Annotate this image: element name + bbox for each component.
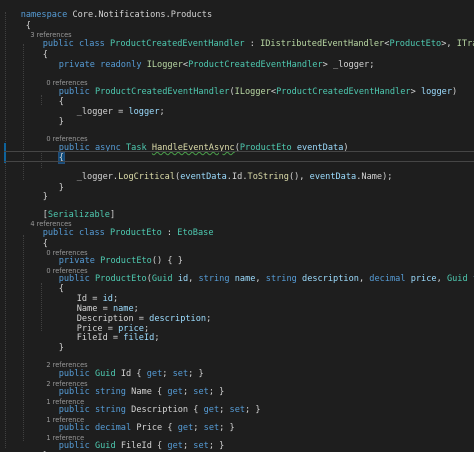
interface-name: ILogger — [146, 60, 183, 70]
constructor-name: ProductEto — [94, 274, 147, 284]
interface-name: ITransientDependency — [456, 39, 474, 49]
code-line[interactable]: public class ProductEto : EtoBase — [22, 218, 214, 238]
code-line[interactable]: public ProductEto(Guid id, string name, … — [38, 264, 474, 284]
code-line[interactable]: { — [38, 87, 64, 107]
keyword: get — [167, 441, 183, 451]
code-line[interactable]: _logger = logger; — [56, 97, 165, 117]
type-name: ProductEto — [389, 39, 442, 49]
parameter-name: eventData — [180, 172, 227, 182]
keyword: set — [193, 441, 209, 451]
parameter-name: id — [177, 274, 189, 284]
method-name: ToString — [247, 172, 289, 182]
code-line[interactable]: public Guid FileId { get; set; } — [38, 431, 225, 451]
type-name: EtoBase — [177, 228, 214, 238]
namespace-name: Core.Notifications.Products — [67, 10, 213, 20]
code-line[interactable]: Name = name; — [56, 294, 139, 314]
code-line[interactable]: Id = id; — [56, 284, 118, 304]
code-line[interactable]: public decimal Price { get; set; } — [38, 413, 240, 433]
keyword: decimal — [369, 274, 406, 284]
type-name: ProductCreatedEventHandler — [188, 60, 323, 70]
code-line[interactable]: Description = description; — [56, 304, 212, 324]
field-name: _logger — [76, 172, 113, 182]
parameter-name: logger — [420, 87, 452, 97]
type-name: Guid — [94, 441, 116, 451]
parameter-name: name — [234, 274, 256, 284]
property-name: FileId — [120, 441, 152, 451]
keyword: string — [265, 274, 297, 284]
code-line[interactable]: public class ProductCreatedEventHandler … — [22, 29, 474, 49]
indent-guide — [23, 235, 24, 441]
code-line[interactable]: FileId = fileId; — [56, 323, 160, 343]
code-line[interactable]: namespace Core.Notifications.Products — [0, 0, 212, 20]
interface-name: ILogger — [234, 87, 271, 97]
code-line[interactable]: { — [22, 40, 48, 60]
close-brace: } — [58, 183, 64, 193]
keyword: class — [78, 39, 105, 49]
property-name: FileId — [76, 333, 108, 343]
parameter-name: eventData — [309, 172, 357, 182]
code-line[interactable]: private readonly ILogger<ProductCreatedE… — [38, 50, 375, 70]
keyword: string — [198, 274, 230, 284]
interface-name: IDistributedEventHandler — [260, 39, 385, 49]
method-name: LogCritical — [118, 172, 176, 182]
code-line[interactable]: public ProductCreatedEventHandler(ILogge… — [38, 77, 457, 97]
code-line[interactable]: private ProductEto() { } — [38, 246, 183, 266]
property-name: Name — [361, 172, 383, 182]
field-name: _logger — [333, 60, 370, 70]
parameter-name: description — [302, 274, 359, 284]
parameter-name: fileId — [123, 333, 155, 343]
type-name: Guid — [151, 274, 173, 284]
code-line[interactable]: } — [22, 441, 48, 452]
code-line[interactable]: { — [38, 274, 64, 294]
parameter-name: price — [410, 274, 437, 284]
accessor-close: ; } — [245, 405, 266, 415]
keyword: class — [78, 228, 105, 238]
accessor-close: ; } — [208, 441, 225, 451]
property-name: Id — [231, 172, 243, 182]
code-line[interactable]: public async Task HandleEventAsync(Produ… — [38, 133, 349, 153]
code-line[interactable]: _logger.LogCritical(eventData.Id.ToStrin… — [56, 162, 393, 182]
keyword: public — [58, 441, 90, 451]
type-name: Guid — [446, 274, 468, 284]
code-editor[interactable]: namespace Core.Notifications.Products { … — [0, 0, 474, 452]
indent-guide — [5, 12, 6, 448]
code-line[interactable]: public string Name { get; set; } — [38, 377, 230, 397]
keyword: readonly — [100, 60, 142, 70]
current-line[interactable] — [4, 151, 474, 162]
code-line[interactable]: } — [22, 182, 48, 202]
type-name: ProductCreatedEventHandler — [276, 87, 411, 97]
class-name: ProductEto — [110, 228, 162, 238]
code-line[interactable]: } — [38, 333, 64, 353]
field-name: _logger — [76, 107, 113, 117]
code-line[interactable]: public Guid Id { get; set; } — [38, 359, 209, 379]
code-line[interactable]: public string Description { get; set; } — [38, 395, 266, 415]
parameter-name: logger — [128, 107, 160, 117]
class-name: ProductCreatedEventHandler — [110, 39, 245, 49]
constructor-name: ProductCreatedEventHandler — [94, 87, 230, 97]
code-line[interactable]: } — [38, 107, 64, 127]
